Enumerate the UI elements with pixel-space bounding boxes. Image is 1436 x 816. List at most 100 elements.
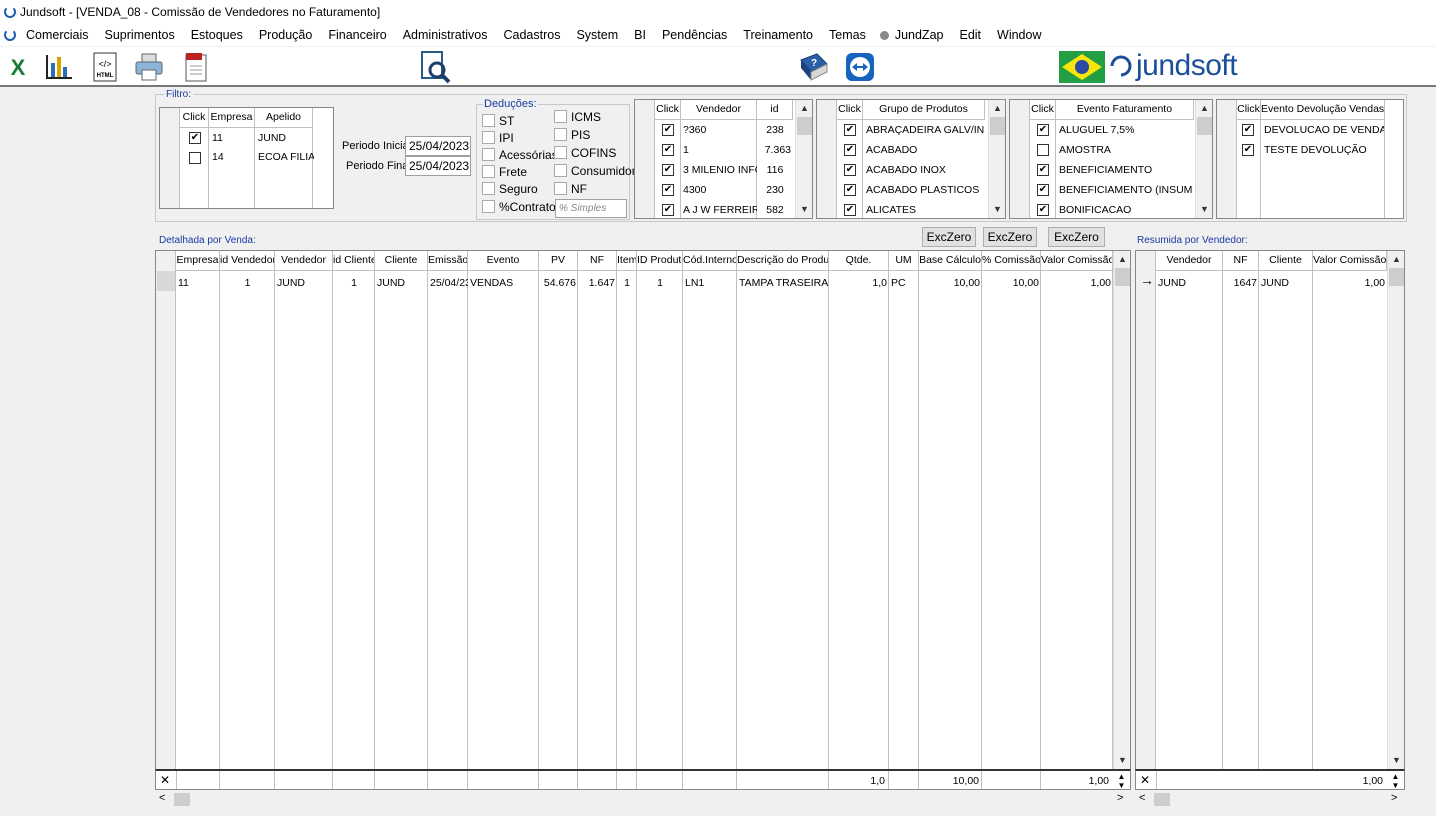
- evento-checkbox[interactable]: [1037, 204, 1049, 216]
- menu-pendencias[interactable]: Pendências: [654, 28, 735, 42]
- spin-icon[interactable]: ▲ ▼: [1387, 772, 1404, 789]
- resumida-scrollbar[interactable]: ▲ ▼: [1387, 251, 1404, 769]
- col-id[interactable]: id: [757, 100, 793, 120]
- col-valor-comissao[interactable]: Valor Comissão: [1313, 251, 1387, 271]
- evento-scrollbar[interactable]: ▲ ▼: [1195, 100, 1212, 218]
- detalhada-scrollbar[interactable]: ▲ ▼: [1113, 251, 1130, 769]
- col-perc-comissao[interactable]: % Comissão: [982, 251, 1041, 271]
- empresa-14-checkbox[interactable]: [189, 152, 201, 164]
- menu-window[interactable]: Window: [989, 28, 1049, 42]
- resumida-hscrollbar[interactable]: < >: [1135, 791, 1405, 808]
- close-icon[interactable]: ✕: [160, 773, 170, 787]
- detalhada-hscrollbar[interactable]: < >: [155, 791, 1131, 808]
- evento-checkbox[interactable]: [1037, 164, 1049, 176]
- col-valor-comissao[interactable]: Valor Comissão: [1041, 251, 1113, 271]
- menu-comerciais[interactable]: Comerciais: [18, 28, 97, 42]
- col-apelido[interactable]: Apelido: [255, 108, 313, 128]
- consumidor-checkbox[interactable]: [554, 164, 567, 177]
- printer-icon[interactable]: [134, 52, 164, 82]
- exczero-button-3[interactable]: ExcZero: [1048, 227, 1105, 247]
- col-emissao[interactable]: Emissão: [428, 251, 468, 271]
- empresa-11-checkbox[interactable]: [189, 132, 201, 144]
- menu-producao[interactable]: Produção: [251, 28, 321, 42]
- col-id-vendedor[interactable]: id Vendedor: [220, 251, 275, 271]
- excel-export-icon[interactable]: X: [3, 52, 33, 82]
- scroll-up-icon[interactable]: ▲: [989, 100, 1005, 117]
- col-nf[interactable]: NF: [578, 251, 617, 271]
- icms-checkbox[interactable]: [554, 110, 567, 123]
- scroll-up-icon[interactable]: ▲: [1196, 100, 1212, 117]
- produto-checkbox[interactable]: [844, 184, 856, 196]
- seguro-checkbox[interactable]: [482, 182, 495, 195]
- ipi-checkbox[interactable]: [482, 131, 495, 144]
- menu-jundzap[interactable]: JundZap: [891, 28, 952, 42]
- pdf-export-icon[interactable]: [181, 52, 211, 82]
- scroll-left-icon[interactable]: <: [159, 792, 165, 804]
- scroll-up-icon[interactable]: ▲: [1388, 251, 1404, 268]
- exczero-button-2[interactable]: ExcZero: [983, 227, 1037, 247]
- nf-checkbox[interactable]: [554, 182, 567, 195]
- evento-checkbox[interactable]: [1037, 124, 1049, 136]
- menu-suprimentos[interactable]: Suprimentos: [97, 28, 183, 42]
- col-click[interactable]: Click: [1237, 100, 1261, 120]
- col-nf[interactable]: NF: [1223, 251, 1259, 271]
- col-descricao[interactable]: Descrição do Produto: [737, 251, 829, 271]
- periodo-inicial-input[interactable]: 25/04/2023: [405, 136, 471, 156]
- menu-financeiro[interactable]: Financeiro: [320, 28, 394, 42]
- menu-edit[interactable]: Edit: [951, 28, 989, 42]
- col-item[interactable]: Item: [617, 251, 637, 271]
- col-click[interactable]: Click: [655, 100, 681, 120]
- vendedor-checkbox[interactable]: [662, 164, 674, 176]
- menu-temas[interactable]: Temas: [821, 28, 874, 42]
- produto-checkbox[interactable]: [844, 204, 856, 216]
- col-evento-faturamento[interactable]: Evento Faturamento: [1056, 100, 1194, 120]
- st-checkbox[interactable]: [482, 114, 495, 127]
- exczero-button-1[interactable]: ExcZero: [922, 227, 976, 247]
- acessorias-checkbox[interactable]: [482, 148, 495, 161]
- menu-bi[interactable]: BI: [626, 28, 654, 42]
- menu-estoques[interactable]: Estoques: [183, 28, 251, 42]
- html-export-icon[interactable]: </> HTML: [90, 52, 120, 82]
- simples-input[interactable]: % Simples: [555, 199, 627, 218]
- vendedor-checkbox[interactable]: [662, 124, 674, 136]
- col-id-produto[interactable]: ID Produto: [637, 251, 683, 271]
- chart-icon[interactable]: [44, 52, 74, 82]
- col-cod-interno[interactable]: Cód.Interno: [683, 251, 737, 271]
- col-pv[interactable]: PV: [539, 251, 578, 271]
- vendedor-checkbox[interactable]: [662, 184, 674, 196]
- col-vendedor[interactable]: Vendedor: [1156, 251, 1223, 271]
- periodo-final-input[interactable]: 25/04/2023: [405, 156, 471, 176]
- cofins-checkbox[interactable]: [554, 146, 567, 159]
- col-click[interactable]: Click: [180, 108, 209, 128]
- produto-checkbox[interactable]: [844, 144, 856, 156]
- col-qtde[interactable]: Qtde.: [829, 251, 889, 271]
- help-book-icon[interactable]: ?: [797, 50, 831, 84]
- col-empresa[interactable]: Empresa: [176, 251, 220, 271]
- menu-treinamento[interactable]: Treinamento: [735, 28, 821, 42]
- menu-system[interactable]: System: [568, 28, 626, 42]
- contrato-checkbox[interactable]: [482, 200, 495, 213]
- evento-checkbox[interactable]: [1037, 144, 1049, 156]
- col-id-cliente[interactable]: id Cliente: [333, 251, 375, 271]
- scroll-down-icon[interactable]: ▼: [1196, 201, 1212, 218]
- produto-checkbox[interactable]: [844, 124, 856, 136]
- teamviewer-icon[interactable]: [844, 51, 876, 83]
- col-vendedor[interactable]: Vendedor: [275, 251, 333, 271]
- devolucao-checkbox[interactable]: [1242, 144, 1254, 156]
- produtos-scrollbar[interactable]: ▲ ▼: [988, 100, 1005, 218]
- frete-checkbox[interactable]: [482, 165, 495, 178]
- col-vendedor[interactable]: Vendedor: [681, 100, 757, 120]
- scroll-up-icon[interactable]: ▲: [796, 100, 812, 117]
- close-icon[interactable]: ✕: [1140, 773, 1150, 787]
- scroll-right-icon[interactable]: >: [1391, 792, 1397, 804]
- col-click[interactable]: Click: [1030, 100, 1056, 120]
- spin-icon[interactable]: ▲ ▼: [1113, 772, 1130, 789]
- col-cliente[interactable]: Cliente: [1259, 251, 1313, 271]
- menu-administrativos[interactable]: Administrativos: [395, 28, 496, 42]
- scroll-down-icon[interactable]: ▼: [1388, 752, 1404, 769]
- scroll-down-icon[interactable]: ▼: [796, 201, 812, 218]
- col-grupo-produtos[interactable]: Grupo de Produtos: [863, 100, 985, 120]
- menu-cadastros[interactable]: Cadastros: [495, 28, 568, 42]
- app-menu-icon[interactable]: [4, 29, 16, 41]
- vendedor-scrollbar[interactable]: ▲ ▼: [795, 100, 812, 218]
